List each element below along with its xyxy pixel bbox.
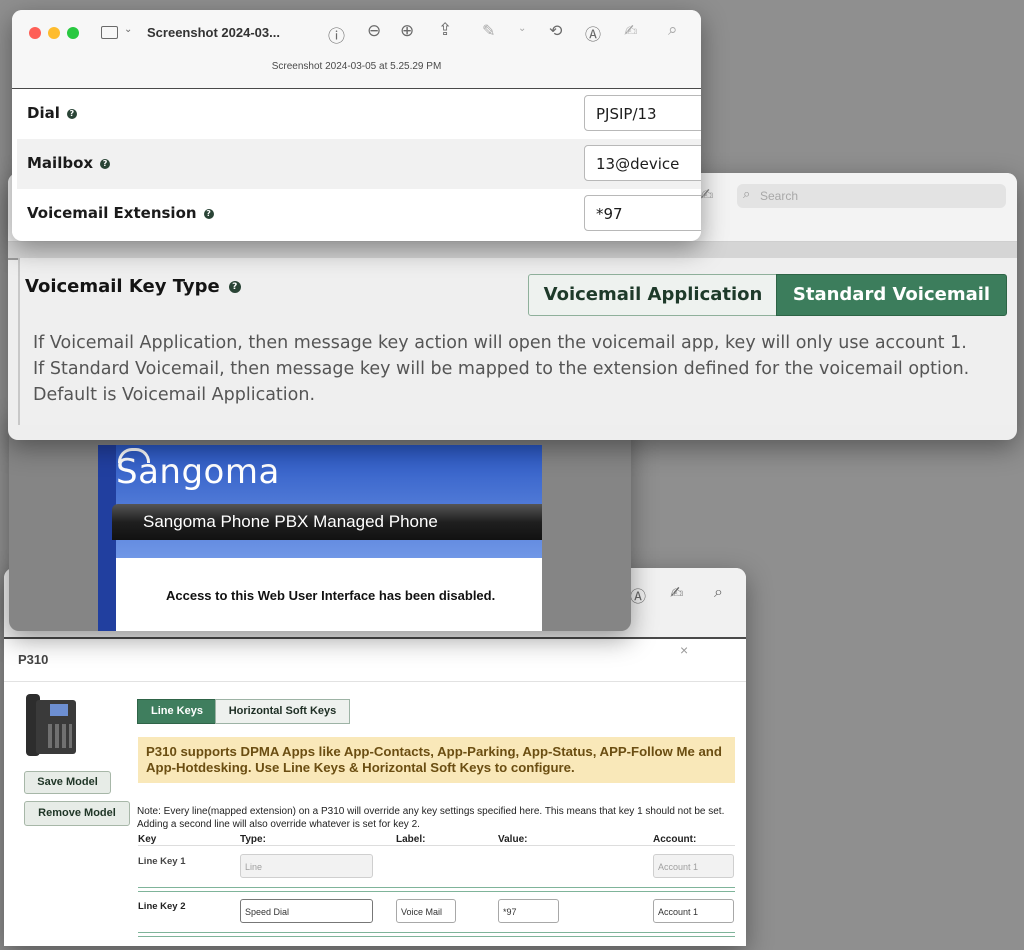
description-line-2: If Standard Voicemail, then message key … — [33, 359, 970, 379]
sangoma-banner: Sangoma Phone PBX Managed Phone — [112, 504, 542, 540]
markup-icon[interactable]: Ⓐ — [630, 583, 646, 607]
search-icon[interactable]: ⌕ — [668, 20, 678, 40]
row-key-label: Line Key 2 — [138, 901, 186, 912]
help-icon[interactable]: ? — [66, 108, 77, 119]
sidebar-toggle-icon[interactable] — [101, 26, 118, 39]
voicemail-extension-field[interactable]: *97 — [584, 195, 701, 231]
table-header-divider — [138, 845, 735, 846]
phone-image — [26, 694, 78, 756]
sangoma-logo: Sangoma — [116, 452, 280, 492]
description-line-3: Default is Voicemail Application. — [33, 385, 316, 405]
tab-line-keys[interactable]: Line Keys — [137, 699, 217, 724]
mailbox-row: Mailbox? 13@device — [17, 139, 701, 189]
voicemail-key-heading-text: Voicemail Key Type — [25, 276, 220, 297]
preview-window: ⌄ Screenshot 2024-03... ⓘ ⊖ ⊕ ⇪ ✎ ⌄ ⟲ Ⓐ … — [12, 10, 701, 241]
p310-header-divider — [4, 681, 746, 682]
row-divider — [138, 887, 735, 892]
voicemail-extension-label: Voicemail Extension? — [27, 204, 214, 222]
close-window-button[interactable] — [29, 27, 41, 39]
close-icon[interactable]: × — [680, 642, 688, 658]
label-input[interactable]: Voice Mail — [396, 899, 456, 923]
row-key-label: Line Key 1 — [138, 856, 186, 867]
remove-model-button[interactable]: Remove Model — [24, 801, 130, 826]
p310-title: P310 — [18, 652, 49, 667]
search-placeholder: Search — [760, 189, 799, 203]
type-select[interactable]: Speed Dial — [240, 899, 373, 923]
window-subtitle: Screenshot 2024-03-05 at 5.25.29 PM — [271, 61, 442, 72]
voicemail-key-heading: Voicemail Key Type? — [25, 276, 241, 297]
description-line-1: If Voicemail Application, then message k… — [33, 333, 967, 353]
zoom-out-icon[interactable]: ⊖ — [367, 21, 381, 41]
account-select[interactable]: Account 1 — [653, 899, 734, 923]
save-model-button[interactable]: Save Model — [24, 771, 111, 794]
mailbox-label-text: Mailbox — [27, 154, 94, 172]
highlight-chevron-icon[interactable]: ⌄ — [518, 23, 526, 34]
dial-row: Dial? PJSIP/13 — [12, 89, 701, 139]
mailbox-label: Mailbox? — [27, 154, 111, 172]
search-icon: ⌕ — [743, 187, 751, 202]
dpma-notice: P310 supports DPMA Apps like App-Contact… — [138, 737, 735, 783]
signature-icon[interactable]: ✍ — [700, 185, 713, 204]
preview-titlebar: ⌄ Screenshot 2024-03... ⓘ ⊖ ⊕ ⇪ ✎ ⌄ ⟲ Ⓐ … — [12, 10, 701, 89]
window-title: Screenshot 2024-03... — [147, 25, 280, 40]
row-divider — [138, 932, 735, 937]
voicemail-application-option[interactable]: Voicemail Application — [528, 274, 778, 316]
standard-voicemail-option[interactable]: Standard Voicemail — [776, 274, 1007, 316]
share-icon[interactable]: ⇪ — [438, 20, 452, 40]
disabled-message: Access to this Web User Interface has be… — [166, 588, 496, 603]
col-key-header: Key — [138, 834, 157, 845]
col-type-header: Type: — [240, 834, 266, 845]
help-icon[interactable]: ? — [100, 158, 111, 169]
chevron-down-icon[interactable]: ⌄ — [124, 24, 132, 35]
col-label-header: Label: — [396, 834, 426, 845]
dial-label: Dial? — [27, 104, 77, 122]
search-field[interactable]: ⌕ Search — [737, 184, 1006, 208]
minimize-window-button[interactable] — [48, 27, 60, 39]
dial-field[interactable]: PJSIP/13 — [584, 95, 701, 131]
sangoma-window: Sangoma Sangoma Phone PBX Managed Phone … — [9, 415, 631, 631]
info-icon[interactable]: ⓘ — [328, 22, 345, 47]
rotate-icon[interactable]: ⟲ — [549, 21, 562, 40]
help-icon[interactable]: ? — [203, 208, 214, 219]
line-keys-note: Note: Every line(mapped extension) on a … — [137, 806, 725, 830]
zoom-window-button[interactable] — [67, 27, 79, 39]
col-value-header: Value: — [498, 834, 528, 845]
type-select[interactable]: Line — [240, 854, 373, 878]
sangoma-page: Sangoma Sangoma Phone PBX Managed Phone … — [98, 445, 542, 631]
highlight-icon[interactable]: ✎ — [482, 21, 495, 40]
value-input[interactable]: *97 — [498, 899, 559, 923]
account-select[interactable]: Account 1 — [653, 854, 734, 878]
dial-label-text: Dial — [27, 104, 60, 122]
voicemail-extension-row: Voicemail Extension? *97 — [12, 189, 701, 239]
zoom-in-icon[interactable]: ⊕ — [400, 21, 414, 41]
signature-icon[interactable]: ✍ — [624, 21, 637, 40]
markup-icon[interactable]: Ⓐ — [585, 21, 601, 45]
sangoma-content: Access to this Web User Interface has be… — [116, 558, 542, 631]
voicemail-extension-label-text: Voicemail Extension — [27, 204, 197, 222]
signature-icon[interactable]: ✍ — [670, 583, 683, 602]
mailbox-field[interactable]: 13@device — [584, 145, 701, 181]
search-icon[interactable]: ⌕ — [714, 582, 723, 602]
col-account-header: Account: — [653, 834, 697, 845]
tab-horizontal-soft-keys[interactable]: Horizontal Soft Keys — [215, 699, 350, 724]
help-icon[interactable]: ? — [228, 281, 241, 293]
